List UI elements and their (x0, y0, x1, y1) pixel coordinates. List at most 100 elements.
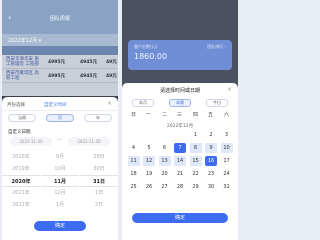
wheel-item-selected: 2020年 (2, 175, 40, 187)
row-value-1: 4995元 (48, 74, 66, 79)
day-wheel[interactable]: 29日 30日 31日 1日 2日 (80, 151, 118, 211)
month-select-link[interactable]: 月份选择 (7, 102, 25, 108)
month-selector[interactable]: 2022年12月 ▾ (2, 34, 118, 46)
wheel-item: 10月 (54, 166, 66, 172)
calendar-day[interactable]: 3 (221, 130, 233, 140)
left-header: ‹ 团队周报 (2, 0, 118, 34)
calendar-day[interactable]: 8 (189, 143, 202, 153)
calendar-day[interactable]: 25 (128, 182, 140, 192)
calendar-day[interactable]: 17 (221, 156, 233, 166)
row-value-2: 4945元 (80, 60, 98, 65)
row-name: 西安市雁塔区 高新工程 (6, 71, 39, 81)
range-separator: — (57, 138, 62, 143)
calendar-day[interactable]: 20 (159, 169, 171, 179)
page-title: 团队周报 (49, 16, 70, 22)
row-value-1: 4995元 (48, 60, 66, 65)
year-wheel[interactable]: 2018年 2019年 2020年 2021年 2022年 (2, 151, 40, 211)
card-link[interactable]: 团队排行 › (207, 44, 226, 50)
calendar-day[interactable]: 19 (143, 169, 155, 179)
summary-card: 客户总数(元) 1860.00 团队排行 › (128, 40, 232, 70)
calendar-day[interactable]: 29 (190, 182, 202, 192)
table-header (2, 46, 118, 55)
wheel-item: 2021年 (12, 190, 30, 196)
calendar-day[interactable]: 30 (205, 182, 217, 192)
date-picker-sheet: 请选择时间或日期 × 本月 本周 今日 日 一 二 三 四 五 六 2022年1… (122, 83, 238, 240)
watermark-text: 头条 @寂寞设计 (196, 229, 229, 234)
tab-today[interactable]: 今日 (206, 99, 228, 107)
tab-month[interactable]: 月 (46, 114, 74, 122)
table-row[interactable]: 西安华清华安 施工管理及 工程部 4995元 4945元 49元 (2, 55, 118, 69)
card-amount: 1860.00 (134, 52, 168, 61)
calendar-day[interactable]: 12 (143, 156, 155, 166)
weekday-label: 一 (145, 112, 151, 118)
weekday-label: 二 (161, 112, 167, 118)
report-table: 西安华清华安 施工管理及 工程部 4995元 4945元 49元 西安市雁塔区 … (2, 46, 118, 96)
calendar-day[interactable]: 7 (174, 143, 186, 153)
wheel-item: 2022年 (12, 202, 30, 208)
row-value-3: 49元 (106, 60, 117, 65)
calendar-day[interactable]: 1 (190, 130, 202, 140)
tab-this-week[interactable]: 本周 (169, 99, 191, 107)
card-caption: 客户总数(元) (134, 44, 158, 49)
wheel-item: 2019年 (12, 166, 30, 172)
wheel-item: 29日 (93, 154, 105, 160)
calendar-day[interactable]: 2 (205, 130, 217, 140)
wheel-item: 9月 (55, 154, 65, 160)
wheel-item-selected: 11月 (41, 175, 79, 187)
wheel-item: 30日 (93, 166, 105, 172)
wheel-item: 12月 (54, 190, 66, 196)
tab-this-month[interactable]: 本月 (132, 99, 154, 107)
left-phone-screen: ‹ 团队周报 2022年12月 ▾ 西安华清华安 施工管理及 工程部 4995元… (2, 0, 118, 240)
custom-time-sheet: 月份选择 自定义时间 × 当周 月 年 自定义日期 2022-11-30 — 2… (2, 97, 118, 240)
confirm-button[interactable]: 确定 (132, 213, 228, 223)
sheet-title: 自定义时间 (44, 103, 67, 108)
calendar-day[interactable]: 10 (220, 143, 233, 153)
calendar-day[interactable]: 24 (221, 169, 233, 179)
wheel-item: 1日 (94, 190, 104, 196)
calendar-day[interactable]: 23 (205, 169, 217, 179)
weekday-label: 三 (176, 112, 182, 118)
calendar-day[interactable]: 31 (221, 182, 233, 192)
calendar-day[interactable]: 15 (189, 156, 202, 166)
calendar-day[interactable]: 27 (159, 182, 171, 192)
wheel-item: 2日 (94, 202, 104, 208)
close-icon[interactable]: × (227, 86, 232, 93)
tab-year[interactable]: 年 (84, 114, 112, 122)
weekday-label: 六 (223, 112, 229, 118)
weekday-label: 日 (130, 112, 136, 118)
row-value-2: 4945元 (80, 74, 98, 79)
calendar-day[interactable]: 28 (174, 182, 186, 192)
wheel-item-selected: 31日 (80, 175, 118, 187)
month-wheel[interactable]: 9月 10月 11月 12月 1月 (41, 151, 79, 211)
start-date-field[interactable]: 2022-11-30 (10, 137, 52, 146)
calendar-day[interactable]: 5 (143, 143, 155, 153)
row-name: 西安华清华安 施工管理及 工程部 (6, 57, 39, 67)
end-date-field[interactable]: 2022-11-30 (68, 137, 110, 146)
confirm-button[interactable]: 确定 (34, 221, 86, 231)
calendar-day[interactable]: 26 (143, 182, 155, 192)
calendar-day[interactable]: 22 (190, 169, 202, 179)
calendar-day[interactable]: 18 (128, 169, 140, 179)
calendar-day[interactable]: 6 (159, 143, 171, 153)
weekday-label: 四 (192, 112, 198, 118)
calendar-day[interactable]: 21 (174, 169, 186, 179)
tab-week[interactable]: 当周 (8, 114, 36, 122)
table-row[interactable]: 西安市雁塔区 高新工程 4995元 4945元 49元 (2, 69, 118, 83)
calendar-day[interactable]: 14 (174, 156, 186, 166)
calendar-day[interactable]: 4 (128, 143, 140, 153)
right-phone-screen: 客户总数(元) 1860.00 团队排行 › 请选择时间或日期 × 本月 本周 … (122, 0, 238, 240)
calendar-day[interactable]: 9 (205, 143, 217, 153)
row-value-3: 49元 (106, 74, 117, 79)
wheel-item: 1月 (55, 202, 65, 208)
calendar-day[interactable]: 13 (158, 156, 171, 166)
calendar-day[interactable]: 16 (205, 156, 217, 166)
wheel-item: 2018年 (12, 154, 30, 160)
sheet-title: 请选择时间或日期 (159, 88, 200, 94)
custom-date-label: 自定义日期 (8, 130, 31, 135)
close-icon[interactable]: × (107, 100, 112, 107)
weekday-label: 五 (207, 112, 213, 118)
weekday-header: 日 一 二 三 四 五 六 (126, 111, 234, 119)
calendar-day[interactable]: 11 (127, 156, 140, 166)
sheet-header: 月份选择 自定义时间 × (2, 97, 118, 111)
calendar-month-label: 2022年12月 (166, 124, 194, 129)
